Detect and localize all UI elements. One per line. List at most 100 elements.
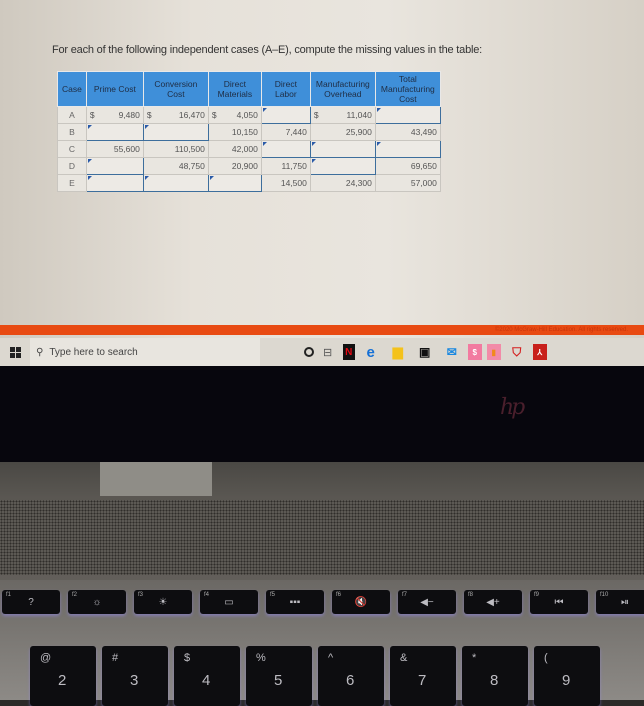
- hinge-tab: [100, 462, 212, 496]
- key-7[interactable]: & 7: [390, 646, 456, 706]
- key-2[interactable]: @2: [30, 646, 96, 706]
- cell-value: 9,480: [118, 110, 140, 120]
- key-symbol-icon: ▭: [224, 597, 234, 608]
- key-9[interactable]: (9: [534, 646, 600, 706]
- header-case: Case: [57, 71, 87, 107]
- key-f1[interactable]: f1?: [2, 590, 60, 614]
- header-direct-labor: Direct Labor: [260, 71, 311, 107]
- header-total-manufacturing-cost: Total Manufacturing Cost: [374, 71, 441, 107]
- key-shift-label: #: [112, 652, 119, 664]
- cell-value: 42,000: [231, 144, 258, 154]
- key-f10[interactable]: f10 ⏯: [596, 590, 644, 614]
- key-f7[interactable]: f7 ◀−: [398, 590, 456, 614]
- key-f4[interactable]: f4 ▭: [200, 590, 258, 614]
- total-manufacturing-cost-input[interactable]: [374, 140, 441, 158]
- case-label: D: [57, 157, 87, 175]
- mcafee-icon[interactable]: ⛉: [506, 344, 528, 360]
- key-main-label: 3: [130, 672, 139, 689]
- header-prime-cost: Prime Cost: [85, 71, 144, 107]
- windows-taskbar: ⚲ Type here to search ⊟ N e ▆ ▣ ✉ $ ▮ ⛉ …: [0, 338, 644, 366]
- search-icon: ⚲: [36, 346, 44, 358]
- key-symbol-icon: ▪▪▪: [289, 597, 301, 608]
- case-label: E: [57, 174, 87, 192]
- prime-cost-input[interactable]: [85, 157, 144, 175]
- task-view-icon[interactable]: ⊟: [323, 346, 332, 359]
- manufacturing-overhead-input[interactable]: [309, 157, 376, 175]
- cell-value: 55,600: [113, 144, 140, 154]
- key-symbol-icon: ?: [28, 597, 34, 608]
- direct-labor-input[interactable]: [260, 140, 311, 158]
- conversion-cost-value: $16,470: [142, 106, 209, 124]
- key-main-label: 2: [58, 672, 67, 689]
- cell-value: 110,500: [174, 144, 205, 154]
- case-label: C: [57, 140, 87, 158]
- cell-value: 4,050: [236, 110, 258, 120]
- key-4[interactable]: $4: [174, 646, 240, 706]
- key-3[interactable]: #3: [102, 646, 168, 706]
- key-f8[interactable]: f8 ◀+: [464, 590, 522, 614]
- store-icon[interactable]: ▣: [414, 344, 436, 360]
- manufacturing-overhead-value: 25,900: [309, 123, 376, 141]
- key-shift-label: *: [472, 652, 477, 664]
- key-symbol-icon: ⏮: [554, 597, 564, 608]
- total-manufacturing-cost-value: 69,650: [374, 157, 441, 175]
- prime-cost-value: 55,600: [85, 140, 144, 158]
- cell-value: 69,650: [410, 161, 437, 171]
- direct-labor-value: 14,500: [260, 174, 311, 192]
- taskbar-search-input[interactable]: ⚲ Type here to search: [30, 338, 260, 366]
- file-explorer-icon[interactable]: ▆: [387, 344, 409, 360]
- manufacturing-overhead-input[interactable]: [309, 140, 376, 158]
- prime-cost-input[interactable]: [85, 123, 144, 141]
- cell-value: 25,900: [345, 127, 372, 137]
- direct-materials-value: 42,000: [207, 140, 262, 158]
- manufacturing-overhead-value: 24,300: [309, 174, 376, 192]
- key-f9[interactable]: f9 ⏮: [530, 590, 588, 614]
- direct-materials-input[interactable]: [207, 174, 262, 192]
- key-shift-label: %: [256, 652, 266, 664]
- key-symbol-icon: 🔇: [354, 597, 368, 608]
- edge-icon[interactable]: e: [360, 344, 382, 361]
- currency-symbol: $: [211, 110, 217, 120]
- cortana-icon[interactable]: [304, 347, 314, 357]
- case-table: Case Prime Cost Conversion Cost Direct M…: [57, 71, 441, 192]
- prime-cost-input[interactable]: [85, 174, 144, 192]
- conversion-cost-value: 110,500: [142, 140, 209, 158]
- total-manufacturing-cost-input[interactable]: [374, 106, 441, 124]
- laptop-screen: For each of the following independent ca…: [0, 0, 644, 338]
- key-main-label: 9: [562, 672, 571, 689]
- key-shift-label: &: [400, 652, 408, 664]
- key-main-label: 5: [274, 672, 283, 689]
- key-f6[interactable]: f6 🔇: [332, 590, 390, 614]
- key-shift-label: (: [544, 652, 548, 664]
- windows-start-icon[interactable]: [0, 346, 30, 358]
- conversion-cost-input[interactable]: [142, 174, 209, 192]
- total-manufacturing-cost-value: 57,000: [374, 174, 441, 192]
- key-6[interactable]: ^ 6: [318, 646, 384, 706]
- key-main-label: 6: [346, 672, 355, 689]
- acrobat-icon[interactable]: ⅄: [532, 344, 547, 360]
- key-f5[interactable]: f5 ▪▪▪: [266, 590, 324, 614]
- app-orange-icon[interactable]: ▮: [486, 344, 501, 360]
- key-5[interactable]: % 5: [246, 646, 312, 706]
- speaker-grille: [0, 500, 644, 575]
- search-placeholder: Type here to search: [49, 346, 138, 358]
- table-row: B 10,150 7,440 25,900 43,490: [57, 123, 441, 141]
- direct-labor-value: 7,440: [260, 123, 311, 141]
- direct-labor-input[interactable]: [260, 106, 311, 124]
- key-f3[interactable]: f3 ☀: [134, 590, 192, 614]
- cell-value: 14,500: [280, 178, 307, 188]
- mail-icon[interactable]: ✉: [441, 344, 463, 360]
- cell-value: 16,470: [178, 110, 205, 120]
- key-symbol-icon: ◀+: [486, 597, 500, 608]
- manufacturing-overhead-value: $11,040: [309, 106, 376, 124]
- table-row: C 55,600 110,500 42,000: [57, 140, 441, 158]
- app-pink-icon[interactable]: $: [467, 344, 482, 360]
- conversion-cost-input[interactable]: [142, 123, 209, 141]
- key-f2[interactable]: f2 ☼: [68, 590, 126, 614]
- table-row: A $9,480 $16,470 $4,050 $11,040: [57, 106, 441, 124]
- header-direct-materials: Direct Materials: [207, 71, 262, 107]
- cell-value: 43,490: [410, 127, 437, 137]
- key-8[interactable]: * 8: [462, 646, 528, 706]
- key-main-label: 8: [490, 672, 499, 689]
- netflix-icon[interactable]: N: [342, 344, 355, 360]
